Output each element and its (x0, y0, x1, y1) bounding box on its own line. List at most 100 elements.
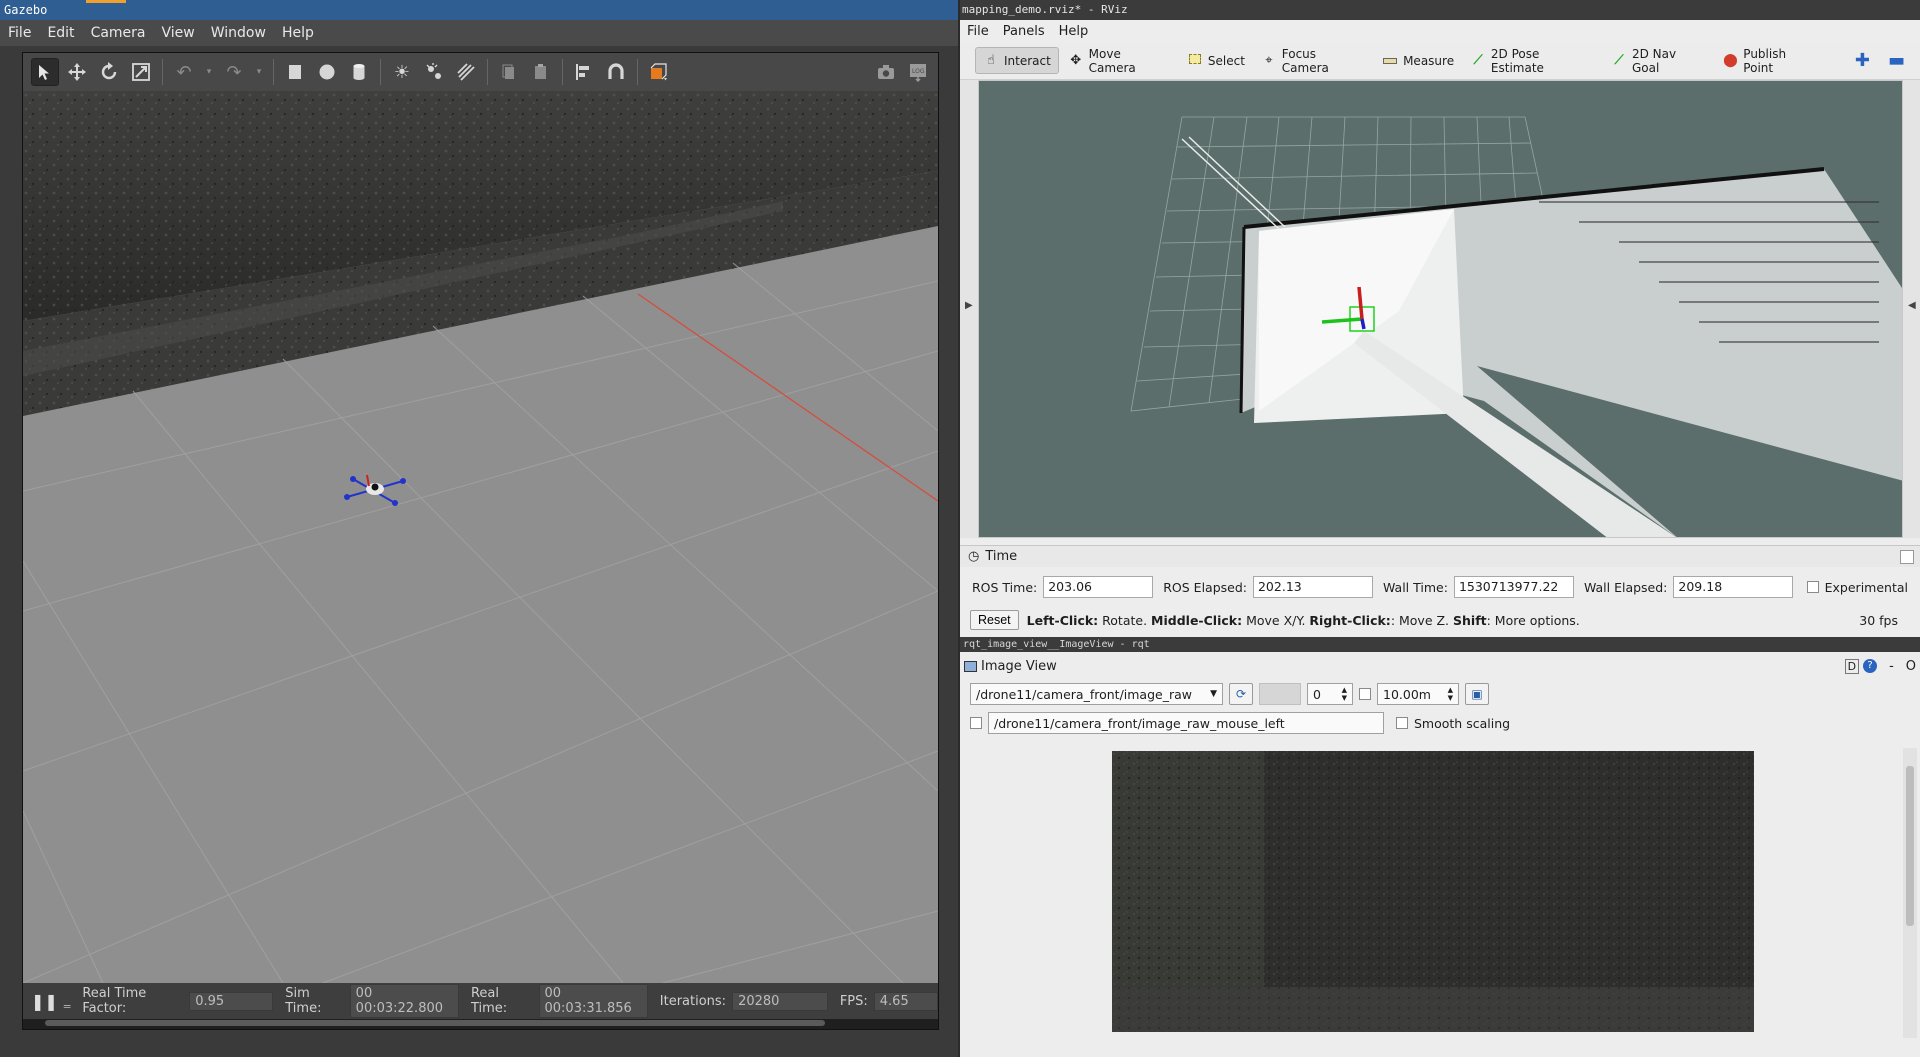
panel-float-button[interactable] (1900, 549, 1914, 564)
scale-icon[interactable] (127, 58, 155, 86)
smooth-scaling-label: Smooth scaling (1414, 715, 1511, 731)
snap-icon[interactable] (602, 58, 630, 86)
menu-view[interactable]: View (154, 25, 203, 41)
rviz-title-bar[interactable]: mapping_demo.rviz* - RViz (960, 0, 1920, 20)
tool-2d-nav-goal[interactable]: ⟋ 2D Nav Goal (1604, 42, 1713, 80)
map-pin-icon: ⬤ (1723, 53, 1738, 68)
smooth-scaling-checkbox[interactable] (1396, 717, 1408, 729)
menu-help[interactable]: Help (1052, 24, 1096, 39)
spin-arrows-icon: ▲ ▼ (1447, 686, 1453, 702)
sim-time-value: 00 00:03:22.800 (349, 984, 459, 1018)
pause-icon[interactable]: ❚❚ (31, 992, 58, 1011)
spin-arrows-icon: ▲ ▼ (1341, 686, 1347, 702)
wall-time-field[interactable]: 1530713977.22 (1453, 576, 1574, 598)
menu-edit[interactable]: Edit (39, 25, 82, 41)
chevron-down-icon[interactable]: ▾ (202, 58, 216, 86)
gazebo-title-bar[interactable]: Gazebo (0, 0, 958, 20)
real-time-factor-label: Real Time Factor: (82, 986, 147, 1016)
translate-icon[interactable] (63, 58, 91, 86)
time-panel-fields: ROS Time: 203.06 ROS Elapsed: 202.13 Wal… (960, 572, 1920, 602)
redo-icon[interactable]: ↷ (220, 58, 248, 86)
screenshot-icon[interactable] (872, 58, 900, 86)
image-view-title: Image View (981, 658, 1057, 674)
topic-select[interactable]: /drone11/camera_front/image_raw ▼ (970, 683, 1223, 705)
menu-file[interactable]: File (960, 24, 996, 39)
publish-mouse-checkbox[interactable] (970, 717, 982, 729)
copy-icon[interactable] (495, 58, 523, 86)
dock-button[interactable]: D (1844, 658, 1860, 674)
tool-label: Focus Camera (1281, 46, 1329, 75)
spot-light-icon[interactable] (420, 58, 448, 86)
right-click-label: Right-Click: (1309, 612, 1391, 628)
rotate-icon[interactable] (95, 58, 123, 86)
gazebo-3d-viewport[interactable] (23, 91, 938, 983)
dynamic-range-checkbox[interactable] (1359, 688, 1371, 700)
tool-focus-camera[interactable]: ⌖ Focus Camera (1254, 42, 1373, 80)
shift-label: Shift (1453, 612, 1487, 628)
time-panel-title: Time (985, 549, 1018, 564)
menu-panels[interactable]: Panels (996, 24, 1052, 39)
left-dock-collapse[interactable]: ▶ (960, 80, 978, 538)
tool-2d-pose-estimate[interactable]: ⟋ 2D Pose Estimate (1463, 42, 1602, 80)
directional-light-icon[interactable] (452, 58, 480, 86)
menu-camera[interactable]: Camera (83, 25, 154, 41)
step-handle[interactable]: ‗ (64, 994, 71, 1009)
paste-icon[interactable] (527, 58, 555, 86)
mouse-topic-field[interactable]: /drone11/camera_front/image_raw_mouse_le… (988, 712, 1384, 734)
box-icon[interactable] (281, 58, 309, 86)
hand-icon: ☝ (987, 53, 995, 68)
ros-time-field[interactable]: 203.06 (1043, 576, 1154, 598)
tool-publish-point[interactable]: ⬤ Publish Point (1715, 42, 1825, 80)
select-arrow-icon[interactable] (31, 58, 59, 86)
max-value-spinbox[interactable]: 10.00m ▲ ▼ (1377, 683, 1459, 705)
tool-label: Move Camera (1088, 46, 1136, 75)
remove-tool-button[interactable]: ▬ (1881, 45, 1912, 76)
ros-elapsed-label: ROS Elapsed: (1163, 579, 1247, 595)
tool-measure[interactable]: Measure (1375, 48, 1461, 73)
close-button[interactable]: O (1906, 659, 1916, 674)
experimental-checkbox[interactable] (1806, 581, 1819, 593)
min-value: 0 (1313, 686, 1321, 702)
view-angle-icon[interactable] (645, 58, 673, 86)
rviz-3d-view[interactable] (978, 80, 1903, 538)
fps-value: 4.65 (873, 991, 938, 1011)
add-tool-button[interactable]: ✚ (1848, 45, 1877, 76)
sphere-icon[interactable] (313, 58, 341, 86)
minimize-button[interactable]: - (1889, 659, 1894, 674)
color-swatch[interactable] (1259, 683, 1301, 705)
vertical-scrollbar[interactable] (1903, 748, 1917, 1038)
menu-window[interactable]: Window (203, 25, 274, 41)
menu-file[interactable]: File (0, 25, 39, 41)
wall-elapsed-field[interactable]: 209.18 (1673, 576, 1794, 598)
undo-icon[interactable]: ↶ (170, 58, 198, 86)
reset-button[interactable]: Reset (970, 610, 1019, 630)
topic-value: /drone11/camera_front/image_raw (976, 686, 1192, 702)
rqt-title-bar[interactable]: rqt_image_view__ImageView - rqt (960, 637, 1920, 652)
min-value-spinbox[interactable]: 0 ▲ ▼ (1307, 683, 1353, 705)
cylinder-icon[interactable] (345, 58, 373, 86)
help-icon[interactable]: ? (1863, 659, 1878, 673)
tool-label: Interact (1004, 53, 1051, 68)
right-dock-collapse[interactable]: ◀ (1903, 80, 1920, 538)
green-arrow-icon: ⟋ (1473, 53, 1483, 68)
tool-select[interactable]: Select (1180, 48, 1252, 73)
camera-image[interactable] (1112, 751, 1754, 1032)
save-image-button[interactable]: ▣ (1465, 683, 1489, 705)
real-time-label: Real Time: (470, 986, 508, 1016)
minus-icon: ▬ (1888, 50, 1906, 71)
horizontal-scrollbar[interactable] (45, 1020, 825, 1026)
ros-elapsed-field[interactable]: 202.13 (1252, 576, 1373, 598)
align-icon[interactable] (570, 58, 598, 86)
point-light-icon[interactable]: ☀ (388, 58, 416, 86)
toolbar-separator (162, 59, 163, 85)
tool-move-camera[interactable]: ✥ Move Camera (1061, 42, 1178, 80)
menu-help[interactable]: Help (274, 25, 322, 41)
scroll-thumb[interactable] (1906, 766, 1914, 926)
toolbar-separator (380, 59, 381, 85)
tool-interact[interactable]: ☝ Interact (975, 47, 1059, 74)
clock-icon: ◷ (968, 549, 980, 564)
fps-label: FPS: (839, 993, 868, 1009)
log-icon[interactable]: LOG (904, 58, 932, 86)
chevron-down-icon[interactable]: ▾ (252, 58, 266, 86)
refresh-topics-button[interactable]: ⟳ (1229, 683, 1253, 705)
